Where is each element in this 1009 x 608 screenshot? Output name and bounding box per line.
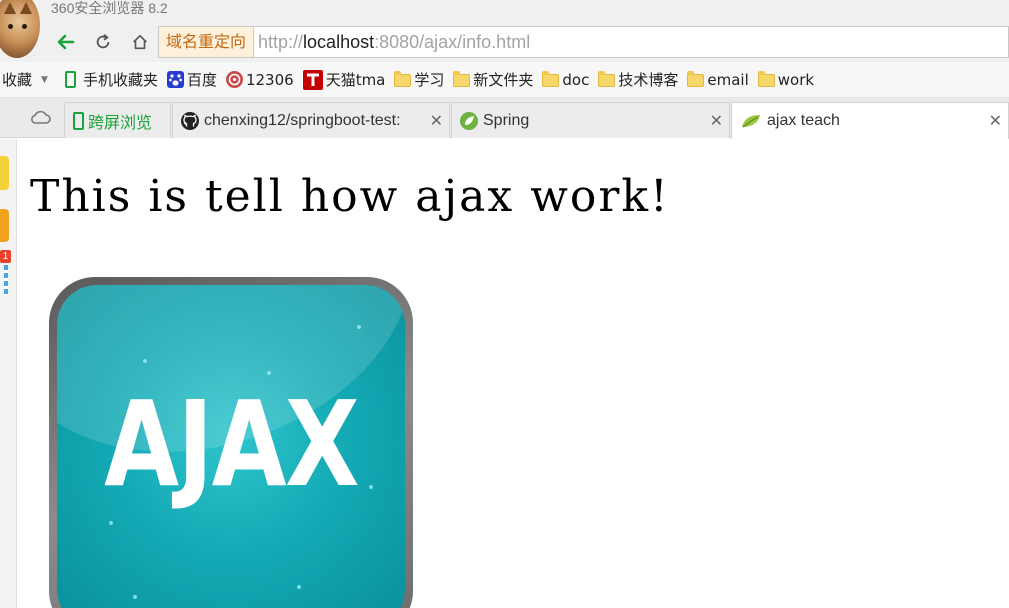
bookmark-label: doc: [562, 70, 590, 89]
ajax-logo-image: AJAX: [49, 277, 413, 608]
chevron-down-icon: ▼: [41, 74, 48, 85]
bookmark-label: 天猫tma: [325, 71, 386, 89]
bookmark-label: work: [777, 70, 815, 89]
cloud-icon: [31, 110, 51, 124]
close-icon[interactable]: ✕: [989, 111, 1002, 131]
home-button[interactable]: [126, 27, 154, 57]
bookmark-label: email: [707, 70, 749, 89]
sidebar-badge[interactable]: 1: [0, 250, 11, 263]
folder-icon: [757, 71, 775, 87]
bookmark-label: 手机收藏夹: [82, 71, 158, 89]
bookmark-folder-work[interactable]: work: [757, 70, 815, 89]
tmall-icon: [302, 69, 323, 90]
reload-button[interactable]: [89, 27, 117, 57]
navigation-bar: 域名重定向 http://localhost:8080/ajax/info.ht…: [0, 24, 1009, 62]
tab-spring[interactable]: Spring ✕: [451, 102, 730, 138]
tab-github[interactable]: chenxing12/springboot-test: ✕: [172, 102, 450, 138]
bookmark-baidu[interactable]: 百度: [166, 69, 217, 90]
arrow-left-icon: [57, 34, 75, 50]
cloud-sync-button[interactable]: [29, 109, 51, 129]
favorites-label: 收藏: [2, 71, 33, 89]
title-bar: 360安全浏览器 8.2: [0, 0, 1009, 58]
url-text[interactable]: http://localhost:8080/ajax/info.html: [254, 32, 530, 53]
address-bar[interactable]: 域名重定向 http://localhost:8080/ajax/info.ht…: [158, 26, 1009, 58]
bookmark-mobile[interactable]: 手机收藏夹: [64, 69, 158, 90]
bookmark-label: 新文件夹: [473, 71, 534, 89]
tab-label: chenxing12/springboot-test:: [204, 111, 401, 129]
tab-bar: 跨屏浏览 chenxing12/springboot-test: ✕ Sprin…: [0, 98, 1009, 139]
railway-icon: [225, 71, 243, 88]
folder-icon: [598, 71, 616, 87]
close-icon[interactable]: ✕: [430, 111, 443, 131]
tab-label: ajax teach: [767, 112, 840, 129]
logo-text: AJAX: [104, 375, 359, 513]
bookmark-tmall[interactable]: 天猫tma: [302, 69, 386, 90]
notification-count: 1: [2, 251, 9, 262]
tab-cross-screen[interactable]: 跨屏浏览: [64, 102, 171, 138]
bookmark-folder-new[interactable]: 新文件夹: [453, 69, 533, 90]
sidebar-notes-icon[interactable]: [0, 156, 9, 190]
bookmark-label: 技术博客: [618, 71, 679, 89]
page-heading: This is tell how ajax work!: [30, 171, 670, 222]
back-button[interactable]: [52, 27, 80, 57]
home-icon: [133, 34, 147, 50]
close-icon[interactable]: ✕: [710, 111, 723, 131]
bookmark-folder-email[interactable]: email: [687, 70, 749, 89]
folder-icon: [687, 71, 705, 87]
bookmark-label: 学习: [414, 71, 445, 89]
bookmark-label: 12306: [245, 70, 294, 89]
window-title: 360安全浏览器 8.2: [51, 0, 168, 16]
folder-icon: [542, 71, 560, 87]
favorites-menu[interactable]: 收藏 ▼: [2, 69, 56, 90]
spring-leaf-icon: [460, 111, 478, 130]
folder-icon: [394, 71, 412, 87]
bookmarks-bar: 收藏 ▼ 手机收藏夹 百度 12306 天猫tma 学习 新文件夹 doc 技术: [0, 62, 1009, 98]
github-icon: [181, 111, 199, 130]
bookmark-label: 百度: [186, 71, 217, 89]
folder-icon: [453, 71, 471, 87]
bookmark-folder-tech-blog[interactable]: 技术博客: [598, 69, 678, 90]
baidu-paw-icon: [166, 71, 184, 88]
left-sidebar: 1: [0, 139, 17, 608]
spring-leaf-icon: [740, 112, 762, 130]
phone-icon: [64, 71, 76, 88]
bookmark-12306[interactable]: 12306: [225, 70, 294, 89]
page-viewport: This is tell how ajax work! AJAX: [18, 139, 1009, 608]
tab-ajax-teach[interactable]: ajax teach ✕: [731, 102, 1009, 139]
reload-icon: [96, 34, 110, 49]
domain-redirect-badge[interactable]: 域名重定向: [159, 27, 255, 57]
sidebar-feed-icon[interactable]: [0, 209, 9, 242]
sidebar-bar-icon[interactable]: [4, 265, 8, 295]
tab-label: 跨屏浏览: [88, 114, 153, 132]
bookmark-folder-study[interactable]: 学习: [394, 69, 444, 90]
tab-label: Spring: [483, 111, 530, 129]
bookmark-folder-doc[interactable]: doc: [542, 71, 589, 89]
phone-icon: [73, 111, 84, 130]
